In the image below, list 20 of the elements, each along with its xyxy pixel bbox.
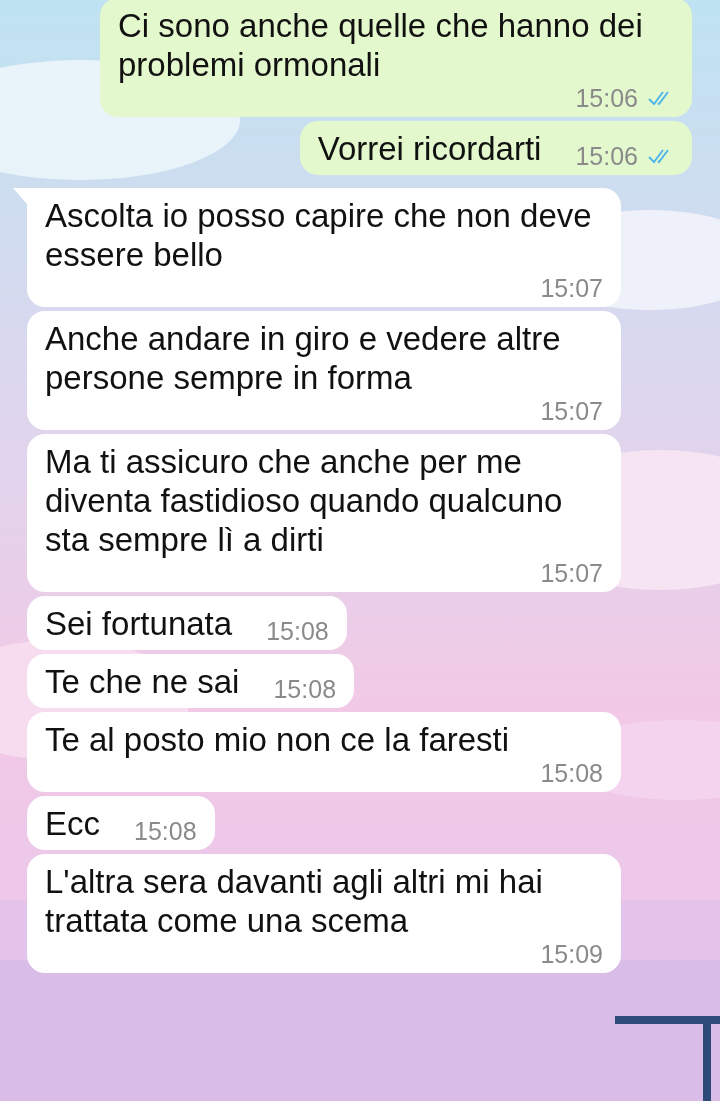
message-text: Te al posto mio non ce la faresti [45, 720, 510, 759]
message-text: Ecc [45, 804, 100, 843]
message-time: 15:09 [540, 940, 603, 968]
message-time: 15:08 [273, 675, 337, 703]
message-time: 15:07 [540, 274, 603, 302]
message-time: 15:08 [266, 617, 329, 645]
message-text: Vorrei ricordarti [317, 129, 542, 168]
message-time: 15:06 [575, 142, 638, 170]
message-text: Te che ne sai [45, 662, 240, 701]
message-text: Ci sono anche quelle che hanno dei problemi ormonali [118, 6, 644, 84]
message-text: Ascolta io posso capire che non deve essere bello [45, 196, 593, 274]
message-time: 15:08 [540, 759, 603, 787]
message-time: 15:06 [575, 84, 638, 112]
message-time: 15:08 [134, 817, 197, 845]
message-text: L'altra sera davanti agli altri mi hai trattata come una scema [45, 862, 544, 940]
message-time: 15:07 [540, 397, 603, 425]
message-text: Ma ti assicuro che anche per me diventa fastidioso quando qualcuno sta sempre lì a dirti [45, 442, 564, 559]
message-text: Sei fortunata [45, 604, 233, 643]
message-text: Anche andare in giro e vedere altre persone sempre in forma [45, 319, 562, 397]
message-time: 15:07 [540, 559, 603, 587]
